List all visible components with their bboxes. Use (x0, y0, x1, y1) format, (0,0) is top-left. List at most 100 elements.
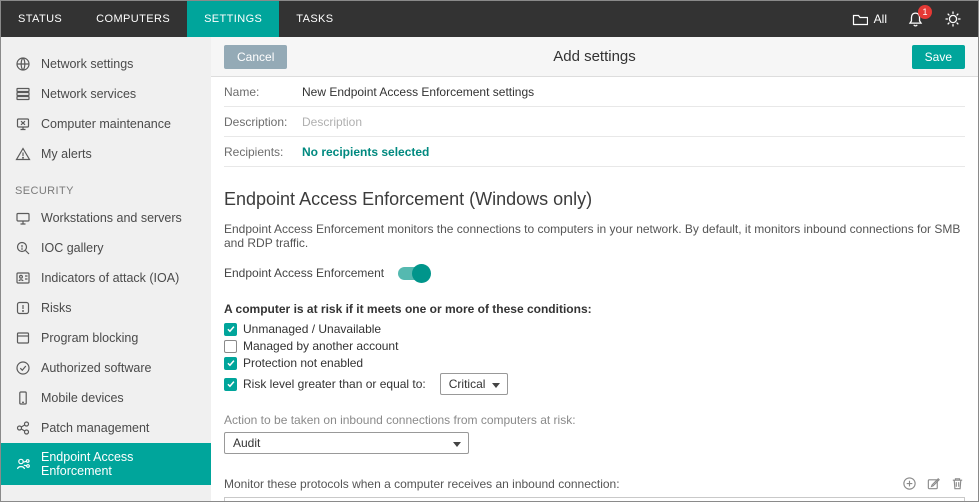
tab-settings[interactable]: SETTINGS (187, 1, 279, 37)
checkbox-unmanaged[interactable] (224, 323, 237, 336)
settings-sidebar: Network settings Network services Comput… (1, 37, 211, 501)
description-label: Description: (224, 115, 302, 129)
sidebar-item-computer-maintenance[interactable]: Computer maintenance (1, 109, 211, 139)
exclamation-circle-icon (15, 300, 31, 316)
sidebar-item-label: IOC gallery (41, 241, 104, 255)
risk-level-value: Critical (449, 377, 486, 391)
section-intro: Endpoint Access Enforcement monitors the… (224, 222, 965, 250)
server-stack-icon (15, 86, 31, 102)
checkbox-protection[interactable] (224, 357, 237, 370)
settings-content: Endpoint Access Enforcement (Windows onl… (211, 167, 978, 501)
name-field[interactable]: New Endpoint Access Enforcement settings (302, 85, 534, 99)
monitor-icon (15, 210, 31, 226)
endpoint-access-icon (15, 456, 31, 472)
sidebar-item-label: Computer maintenance (41, 117, 171, 131)
description-row: Description: Description (224, 107, 965, 137)
edit-icon (926, 476, 941, 491)
computer-maintenance-icon (15, 116, 31, 132)
checkbox-risk-level[interactable] (224, 378, 237, 391)
sidebar-section-security: SECURITY (1, 169, 211, 203)
sidebar-item-label: Workstations and servers (41, 211, 182, 225)
plus-circle-icon (902, 476, 917, 491)
sidebar-item-label: Risks (41, 301, 72, 315)
action-dropdown-label: Action to be taken on inbound connection… (224, 413, 965, 427)
condition-risk-level: Risk level greater than or equal to: Cri… (224, 373, 965, 395)
sidebar-item-patch-management[interactable]: Patch management (1, 413, 211, 443)
condition-protection: Protection not enabled (224, 356, 965, 370)
settings-form-header: Name: New Endpoint Access Enforcement se… (211, 77, 978, 167)
computer-group-selector[interactable]: All (852, 11, 887, 27)
risk-level-dropdown[interactable]: Critical (440, 373, 509, 395)
sidebar-item-label: Patch management (41, 421, 149, 435)
sidebar-item-ioc-gallery[interactable]: IOC gallery (1, 233, 211, 263)
sidebar-item-label: Authorized software (41, 361, 151, 375)
phone-icon (15, 390, 31, 406)
tab-computers[interactable]: COMPUTERS (79, 1, 187, 37)
id-card-icon (15, 270, 31, 286)
save-button[interactable]: Save (912, 45, 965, 69)
sidebar-item-authorized-software[interactable]: Authorized software (1, 353, 211, 383)
sidebar-item-indicators-of-attack[interactable]: Indicators of attack (IOA) (1, 263, 211, 293)
sidebar-item-my-alerts[interactable]: My alerts (1, 139, 211, 169)
app-window: STATUS COMPUTERS SETTINGS TASKS All 1 (0, 0, 979, 502)
name-label: Name: (224, 85, 302, 99)
sidebar-item-label: Program blocking (41, 331, 138, 345)
check-circle-icon (15, 360, 31, 376)
sidebar-item-mobile-devices[interactable]: Mobile devices (1, 383, 211, 413)
action-dropdown[interactable]: Audit (224, 432, 469, 454)
sidebar-item-endpoint-access-enforcement[interactable]: Endpoint Access Enforcement (1, 443, 211, 485)
enforcement-toggle[interactable] (398, 267, 428, 280)
magnifier-icon (15, 240, 31, 256)
gear-icon (944, 10, 962, 28)
sidebar-item-network-settings[interactable]: Network settings (1, 49, 211, 79)
sidebar-item-label: Network services (41, 87, 136, 101)
condition-managed-other: Managed by another account (224, 339, 965, 353)
name-row: Name: New Endpoint Access Enforcement se… (224, 77, 965, 107)
sidebar-item-label: Mobile devices (41, 391, 124, 405)
sidebar-item-label: Network settings (41, 57, 133, 71)
checkbox-managed-other[interactable] (224, 340, 237, 353)
group-selector-label: All (874, 12, 887, 26)
cancel-button[interactable]: Cancel (224, 45, 287, 69)
sidebar-item-workstations-and-servers[interactable]: Workstations and servers (1, 203, 211, 233)
add-protocol-button[interactable] (902, 476, 917, 491)
page-title: Add settings (211, 48, 978, 65)
tab-tasks[interactable]: TASKS (279, 1, 350, 37)
sidebar-item-risks[interactable]: Risks (1, 293, 211, 323)
tab-status[interactable]: STATUS (1, 1, 79, 37)
enforcement-toggle-row: Endpoint Access Enforcement (224, 266, 965, 280)
condition-label: Managed by another account (243, 339, 398, 353)
settings-gear-button[interactable] (944, 10, 962, 28)
toggle-knob (412, 264, 431, 283)
window-icon (15, 330, 31, 346)
recipients-row: Recipients: No recipients selected (224, 137, 965, 167)
protocols-header: Monitor these protocols when a computer … (224, 476, 965, 491)
notifications-button[interactable]: 1 (907, 11, 924, 28)
section-title: Endpoint Access Enforcement (Windows onl… (224, 189, 965, 210)
edit-protocol-button[interactable] (926, 476, 941, 491)
sidebar-item-label: Endpoint Access Enforcement (41, 450, 197, 478)
trash-icon (950, 476, 965, 491)
nav-right-controls: All 1 (852, 1, 978, 37)
sidebar-item-network-services[interactable]: Network services (1, 79, 211, 109)
protocol-tools (902, 476, 965, 491)
description-field[interactable]: Description (302, 115, 362, 129)
condition-label: Risk level greater than or equal to: (243, 377, 426, 391)
patch-nodes-icon (15, 420, 31, 436)
conditions-heading: A computer is at risk if it meets one or… (224, 302, 965, 316)
sidebar-item-program-blocking[interactable]: Program blocking (1, 323, 211, 353)
sidebar-item-label: Indicators of attack (IOA) (41, 271, 179, 285)
globe-icon (15, 56, 31, 72)
sidebar-item-label: My alerts (41, 147, 92, 161)
protocols-list: SMB (139,445) Default Only workstations … (224, 497, 965, 501)
protocol-row-smb: SMB (139,445) Default Only workstations (225, 498, 964, 501)
recipients-label: Recipients: (224, 145, 302, 159)
condition-label: Protection not enabled (243, 356, 363, 370)
condition-label: Unmanaged / Unavailable (243, 322, 381, 336)
delete-protocol-button[interactable] (950, 476, 965, 491)
notification-badge: 1 (918, 5, 932, 19)
main-panel: Add settings Cancel Save Name: New Endpo… (211, 37, 978, 501)
recipients-link[interactable]: No recipients selected (302, 145, 429, 159)
toggle-label: Endpoint Access Enforcement (224, 266, 384, 280)
alert-triangle-icon (15, 146, 31, 162)
